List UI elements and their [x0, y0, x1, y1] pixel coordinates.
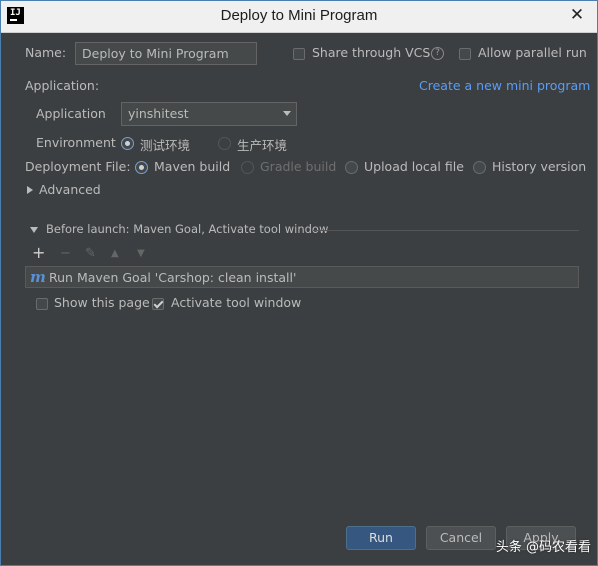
create-mini-program-link[interactable]: Create a new mini program: [419, 78, 590, 93]
environment-option-prod-label: 生产环境: [237, 138, 288, 153]
name-label: Name:: [25, 45, 67, 60]
cancel-button[interactable]: Cancel: [426, 526, 496, 550]
deployment-option-gradle-label: Gradle build: [260, 159, 337, 174]
move-down-icon[interactable]: ▼: [137, 247, 145, 261]
environment-radio-test[interactable]: [121, 137, 134, 150]
help-icon[interactable]: ?: [431, 47, 444, 60]
environment-option-test-label: 测试环境: [140, 138, 191, 153]
show-page-label: Show this page: [54, 295, 150, 310]
advanced-toggle[interactable]: Advanced: [39, 182, 101, 197]
name-input[interactable]: Deploy to Mini Program: [75, 42, 257, 65]
application-section-label: Application:: [25, 78, 100, 93]
title-bar: IJ Deploy to Mini Program ✕: [1, 1, 597, 33]
collapse-triangle-icon[interactable]: [30, 227, 38, 233]
section-divider: [313, 230, 579, 231]
dialog-window: IJ Deploy to Mini Program ✕ Name: Deploy…: [0, 0, 598, 566]
add-icon[interactable]: +: [32, 245, 45, 261]
deployment-radio-history[interactable]: [473, 161, 486, 174]
expand-triangle-icon[interactable]: [27, 186, 33, 194]
deployment-option-upload-label: Upload local file: [364, 159, 464, 174]
before-launch-header[interactable]: Before launch: Maven Goal, Activate tool…: [46, 222, 328, 236]
deployment-option-history-label: History version: [492, 159, 587, 174]
activate-tool-window-label: Activate tool window: [171, 295, 302, 310]
deployment-radio-gradle[interactable]: [241, 161, 254, 174]
environment-label: Environment: [36, 135, 116, 150]
remove-icon[interactable]: −: [60, 247, 71, 261]
window-title: Deploy to Mini Program: [220, 7, 378, 24]
watermark: 头条 @码农看看: [495, 540, 591, 555]
close-icon: ✕: [569, 5, 585, 25]
before-launch-item-text: Run Maven Goal 'Carshop: clean install': [49, 270, 297, 285]
share-vcs-label: Share through VCS: [312, 45, 431, 60]
activate-tool-window-checkbox[interactable]: [152, 298, 164, 310]
maven-icon: m: [30, 268, 46, 286]
environment-radio-prod[interactable]: [218, 137, 231, 150]
deployment-file-label: Deployment File:: [25, 159, 131, 174]
application-select[interactable]: yinshitest: [121, 102, 297, 126]
deployment-radio-maven[interactable]: [135, 161, 148, 174]
application-value: yinshitest: [128, 106, 189, 121]
allow-parallel-checkbox[interactable]: [459, 48, 471, 60]
move-up-icon[interactable]: ▲: [111, 247, 119, 261]
share-vcs-checkbox[interactable]: [293, 48, 305, 60]
show-page-checkbox[interactable]: [36, 298, 48, 310]
close-button[interactable]: ✕: [565, 3, 589, 27]
run-button[interactable]: Run: [346, 526, 416, 550]
application-label: Application: [36, 106, 106, 121]
chevron-down-icon: [283, 111, 291, 116]
deployment-radio-upload[interactable]: [345, 161, 358, 174]
edit-icon[interactable]: ✎: [85, 247, 96, 261]
before-launch-list[interactable]: m Run Maven Goal 'Carshop: clean install…: [25, 266, 579, 288]
deployment-option-maven-label: Maven build: [154, 159, 231, 174]
allow-parallel-label: Allow parallel run: [478, 45, 587, 60]
